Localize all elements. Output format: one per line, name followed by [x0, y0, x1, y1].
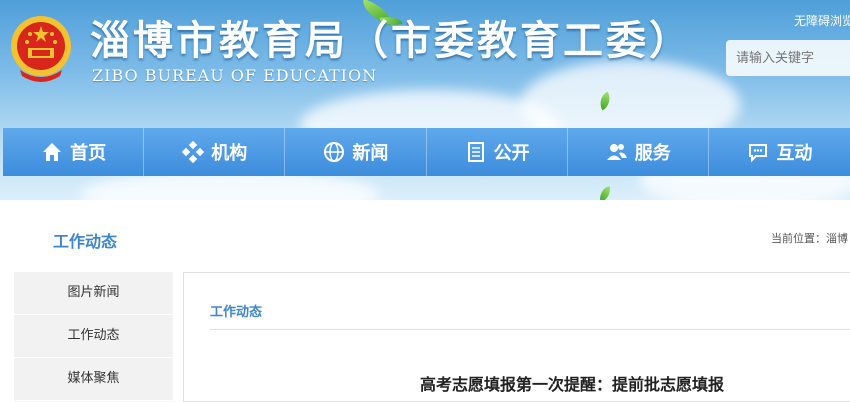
- chat-icon: [749, 144, 768, 163]
- users-icon: [606, 144, 627, 160]
- nav-item-news[interactable]: 新闻: [285, 128, 427, 176]
- national-emblem-icon: [8, 12, 74, 84]
- nav-item-interact[interactable]: 互动: [709, 128, 850, 176]
- nav-item-label: 服务: [634, 143, 671, 164]
- search-input[interactable]: [726, 40, 850, 76]
- nav-item-org[interactable]: 机构: [144, 128, 286, 176]
- home-icon: [43, 143, 62, 161]
- nav-item-service[interactable]: 服务: [568, 128, 709, 176]
- accessibility-link[interactable]: 无障碍浏览: [794, 12, 850, 29]
- nav-item-label: 机构: [211, 143, 248, 164]
- nav-item-home[interactable]: 首页: [3, 128, 145, 176]
- article-title: 高考志愿填报第一次提醒：提前批志愿填报: [420, 375, 725, 394]
- panel-section-label: 工作动态: [210, 305, 263, 320]
- site-subtitle: ZIBO BUREAU OF EDUCATION: [92, 66, 378, 85]
- document-icon: [467, 142, 484, 162]
- content-area: 工作动态 当前位置：淄博 图片新闻 工作动态 媒体聚焦 工作动态 高考志愿填报第…: [0, 200, 850, 402]
- divider: [210, 329, 850, 330]
- nav-item-label: 首页: [70, 143, 107, 164]
- nav-item-label: 互动: [776, 143, 813, 164]
- globe-icon: [324, 142, 345, 162]
- nav-item-public[interactable]: 公开: [427, 128, 568, 176]
- org-icon: [182, 140, 205, 164]
- sidebar-item-photo-news[interactable]: 图片新闻: [14, 272, 173, 315]
- page-title: 工作动态: [53, 232, 118, 251]
- site-title: 淄博市教育局（市委教育工委）: [90, 18, 692, 64]
- breadcrumb: 当前位置：淄博: [771, 232, 848, 245]
- sidebar-item-work-updates[interactable]: 工作动态: [14, 315, 173, 358]
- main-nav: 首页 机构 新闻 公开 服务 互动: [3, 128, 850, 176]
- sidebar: 图片新闻 工作动态 媒体聚焦: [14, 272, 173, 402]
- sidebar-item-media-focus[interactable]: 媒体聚焦: [14, 358, 173, 401]
- leaf-decoration: [597, 186, 613, 200]
- nav-item-label: 新闻: [352, 143, 389, 164]
- article-panel: 工作动态 高考志愿填报第一次提醒：提前批志愿填报: [183, 272, 850, 402]
- nav-item-label: 公开: [493, 143, 530, 164]
- site-header: 淄博市教育局（市委教育工委） ZIBO BUREAU OF EDUCATION …: [0, 0, 850, 200]
